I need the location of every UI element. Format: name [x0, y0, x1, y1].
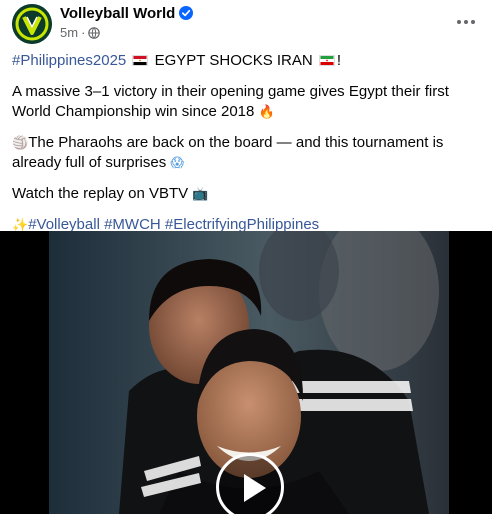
paragraph-4-text: Watch the replay on VBTV — [12, 185, 189, 202]
avatar[interactable] — [12, 4, 52, 44]
iran-flag-icon — [318, 55, 335, 66]
television-icon: 📺 — [192, 187, 209, 202]
timestamp[interactable]: 5m — [60, 25, 78, 40]
page-name-text[interactable]: Volleyball World — [60, 5, 175, 22]
video-player[interactable] — [0, 231, 492, 514]
paragraph-2-text: A massive 3–1 victory in their opening g… — [12, 83, 449, 120]
more-options-dot — [464, 20, 468, 24]
post-paragraph-2: A massive 3–1 victory in their opening g… — [12, 82, 482, 122]
page-name[interactable]: Volleyball World — [60, 4, 194, 24]
post-line-1: #Philippines2025 EGYPT SHOCKS IRAN ! — [12, 51, 482, 71]
post-header: Volleyball World 5m · — [12, 4, 480, 44]
screaming-face-icon: 😱 — [170, 156, 184, 171]
paragraph-3-text: The Pharaohs are back on the board — and… — [12, 134, 444, 171]
verified-badge-icon — [179, 6, 194, 20]
volleyball-icon: 🏐 — [12, 136, 29, 151]
post-paragraph-3: 🏐The Pharaohs are back on the board — an… — [12, 133, 482, 173]
play-button[interactable] — [216, 453, 284, 514]
volleyball-world-logo-icon — [12, 4, 52, 44]
headline-text: EGYPT SHOCKS IRAN — [154, 52, 313, 69]
post-paragraph-4: Watch the replay on VBTV 📺 — [12, 184, 482, 204]
hashtag-philippines2025[interactable]: #Philippines2025 — [12, 52, 126, 69]
post-meta: 5m · — [60, 25, 101, 41]
more-options-button[interactable] — [452, 8, 480, 36]
more-options-icon — [457, 20, 461, 24]
egypt-flag-icon — [132, 55, 149, 66]
fire-icon: 🔥 — [258, 105, 275, 120]
meta-separator: · — [81, 25, 86, 40]
headline-end: ! — [336, 52, 342, 69]
more-options-dot — [471, 20, 475, 24]
post-text: #Philippines2025 EGYPT SHOCKS IRAN ! A m… — [12, 51, 482, 235]
globe-icon — [88, 27, 101, 39]
